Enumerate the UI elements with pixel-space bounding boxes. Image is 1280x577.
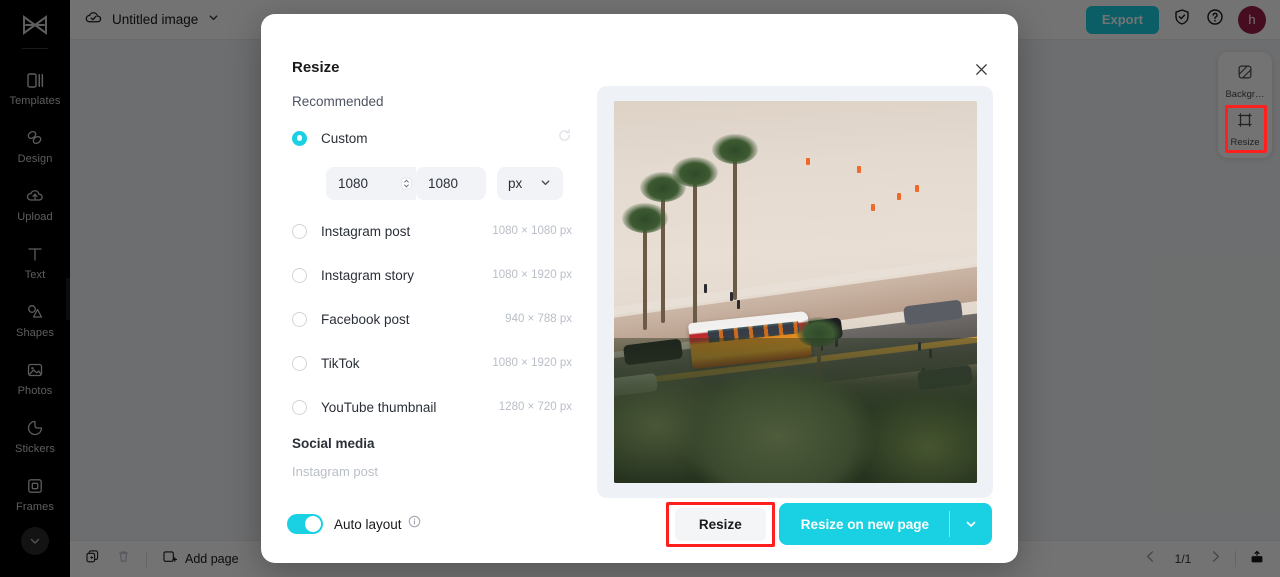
custom-dimensions-row: 1080 1080 px (326, 167, 572, 200)
reset-icon[interactable] (557, 128, 572, 148)
preview-panel (597, 86, 993, 498)
radio-tiktok[interactable] (292, 355, 307, 371)
width-input[interactable]: 1080 (326, 167, 396, 200)
recommended-heading: Recommended (292, 94, 384, 109)
option-youtube-thumbnail[interactable]: YouTube thumbnail 1280 × 720 px (292, 392, 572, 422)
app-root: Templates Design Upload Text (0, 0, 1280, 577)
option-instagram-post[interactable]: Instagram post 1080 × 1080 px (292, 216, 572, 246)
dialog-footer: Auto layout Resize Resize on new page (261, 485, 1018, 563)
option-facebook-post[interactable]: Facebook post 940 × 788 px (292, 304, 572, 334)
option-label: Custom (321, 130, 368, 146)
option-dims: 940 × 788 px (505, 313, 572, 325)
close-icon[interactable] (970, 58, 992, 80)
option-label: Instagram post (321, 223, 411, 239)
resize-button-wrapper: Resize (665, 501, 775, 547)
option-label: TikTok (321, 355, 360, 371)
preview-image (613, 101, 977, 483)
option-instagram-story[interactable]: Instagram story 1080 × 1920 px (292, 260, 572, 290)
social-item-instagram-post[interactable]: Instagram post (292, 464, 572, 479)
resize-on-new-page-label: Resize on new page (800, 516, 929, 532)
option-tiktok[interactable]: TikTok 1080 × 1920 px (292, 348, 572, 378)
option-label: YouTube thumbnail (321, 399, 437, 415)
dialog-title: Resize (292, 59, 340, 76)
unit-value: px (508, 176, 523, 191)
resize-options-column: Recommended Custom 1080 1080 px Instagra… (292, 94, 572, 479)
footer-actions: Resize Resize on new page (665, 501, 992, 547)
option-dims: 1080 × 1080 px (492, 225, 572, 237)
radio-youtube-thumbnail[interactable] (292, 399, 307, 415)
option-label: Facebook post (321, 311, 410, 327)
option-label: Instagram story (321, 267, 415, 283)
radio-instagram-post[interactable] (292, 223, 307, 239)
unit-select[interactable]: px (497, 167, 563, 200)
chevron-down-icon (539, 176, 552, 192)
height-input[interactable]: 1080 (416, 167, 486, 200)
option-dims: 1080 × 1920 px (492, 269, 572, 281)
radio-custom[interactable] (292, 130, 307, 146)
option-dims: 1080 × 1920 px (492, 357, 572, 369)
radio-facebook-post[interactable] (292, 311, 307, 327)
chevron-down-icon[interactable] (950, 517, 992, 531)
info-icon[interactable] (408, 515, 421, 533)
resize-on-new-page-button[interactable]: Resize on new page (778, 503, 992, 545)
resize-dialog: Resize Recommended Custom 1080 1080 px I… (261, 14, 1018, 563)
radio-instagram-story[interactable] (292, 267, 307, 283)
social-media-heading: Social media (292, 436, 375, 451)
option-dims: 1280 × 720 px (498, 401, 572, 413)
link-dimensions-icon[interactable] (396, 167, 416, 200)
resize-button[interactable]: Resize (674, 507, 766, 541)
auto-layout-label: Auto layout (334, 516, 402, 532)
option-custom[interactable]: Custom (292, 123, 572, 153)
auto-layout-toggle[interactable] (287, 514, 323, 534)
